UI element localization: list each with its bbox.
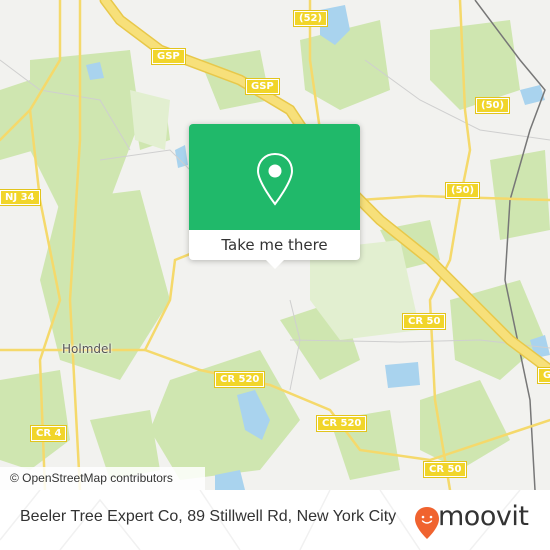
route-shield: (52) xyxy=(292,10,329,27)
place-label-holmdel: Holmdel xyxy=(62,342,112,356)
route-shield: GSP xyxy=(245,78,280,95)
map-pin-icon xyxy=(256,152,294,206)
route-shield: CR 4 xyxy=(29,425,68,442)
popup-header xyxy=(189,124,360,230)
route-shield: CR 50 xyxy=(401,313,447,330)
route-shield: G5 xyxy=(536,367,550,384)
location-address: Beeler Tree Expert Co, 89 Stillwell Rd, … xyxy=(20,508,397,525)
route-shield: CR 50 xyxy=(422,461,468,478)
route-shield: (50) xyxy=(444,182,481,199)
moovit-wordmark: moovit xyxy=(438,501,529,532)
route-shield: (50) xyxy=(474,97,511,114)
route-shield: NJ 34 xyxy=(0,189,41,206)
location-popup: Take me there xyxy=(189,124,360,269)
route-shield: CR 520 xyxy=(315,415,368,432)
map-view[interactable]: (52) GSP GSP (50) (50) NJ 34 CR 50 CR 52… xyxy=(0,0,550,490)
popup-pointer xyxy=(266,260,284,269)
take-me-there-button[interactable]: Take me there xyxy=(189,230,360,260)
map-attribution[interactable]: © OpenStreetMap contributors xyxy=(0,467,205,490)
moovit-logo[interactable]: moovit xyxy=(412,501,542,543)
route-shield: CR 520 xyxy=(213,371,266,388)
moovit-pin-icon xyxy=(415,507,439,539)
route-shield: GSP xyxy=(151,48,186,65)
